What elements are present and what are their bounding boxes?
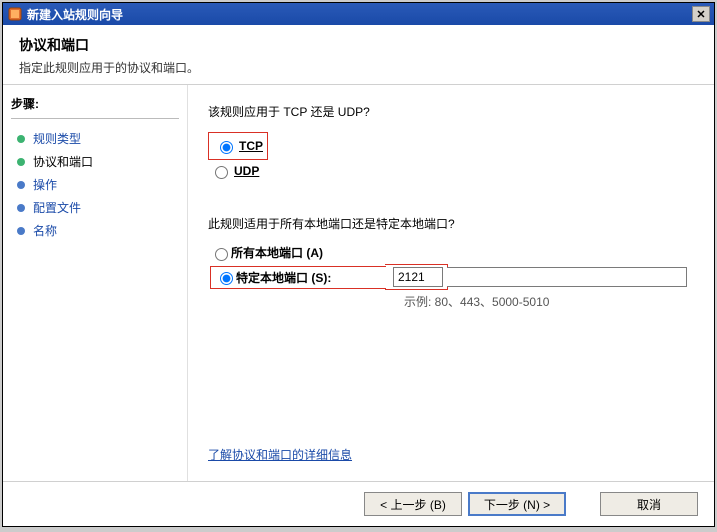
radio-allports-row: 所有本地端口 (A) (208, 244, 694, 261)
step-label: 协议和端口 (33, 153, 93, 170)
step-protocol-ports[interactable]: 协议和端口 (11, 150, 179, 173)
app-icon (7, 6, 23, 22)
steps-heading: 步骤: (11, 95, 179, 119)
titlebar: 新建入站规则向导 ✕ (3, 3, 714, 25)
learn-more-link[interactable]: 了解协议和端口的详细信息 (208, 446, 352, 463)
ports-question: 此规则适用于所有本地端口还是特定本地端口? (208, 215, 694, 232)
port-example-text: 示例: 80、443、5000-5010 (404, 293, 694, 310)
back-button[interactable]: < 上一步 (B) (364, 492, 462, 516)
radio-specific-ports[interactable] (220, 272, 233, 285)
page-title: 协议和端口 (19, 35, 698, 55)
ports-section: 此规则适用于所有本地端口还是特定本地端口? 所有本地端口 (A) 特定本地端口 … (208, 215, 694, 310)
bullet-icon (17, 135, 25, 143)
radio-udp-label: UDP (234, 164, 259, 178)
bullet-icon (17, 181, 25, 189)
cancel-button[interactable]: 取消 (600, 492, 698, 516)
step-profile[interactable]: 配置文件 (11, 196, 179, 219)
radio-udp-row: UDP (208, 163, 694, 179)
step-action[interactable]: 操作 (11, 173, 179, 196)
specific-port-highlight-left: 特定本地端口 (S): (210, 266, 386, 289)
radio-tcp-label: TCP (239, 139, 263, 153)
radio-specific-ports-label: 特定本地端口 (S): (236, 269, 386, 286)
next-button[interactable]: 下一步 (N) > (468, 492, 566, 516)
radio-udp[interactable] (215, 166, 228, 179)
bullet-icon (17, 158, 25, 166)
radio-tcp-row: TCP (213, 138, 263, 154)
body: 步骤: 规则类型 协议和端口 操作 配置文件 名称 该规 (3, 85, 714, 481)
page-subtitle: 指定此规则应用于的协议和端口。 (19, 59, 698, 76)
close-button[interactable]: ✕ (692, 6, 710, 22)
specific-port-highlight-right (385, 264, 448, 290)
footer-buttons: < 上一步 (B) 下一步 (N) > 取消 (3, 481, 714, 526)
radio-all-ports[interactable] (215, 248, 228, 261)
window-title: 新建入站规则向导 (27, 6, 123, 23)
protocol-question: 该规则应用于 TCP 还是 UDP? (208, 103, 694, 120)
wizard-window: 新建入站规则向导 ✕ 协议和端口 指定此规则应用于的协议和端口。 步骤: 规则类… (2, 2, 715, 527)
radio-all-ports-label: 所有本地端口 (A) (231, 244, 323, 261)
bullet-icon (17, 227, 25, 235)
step-rule-type[interactable]: 规则类型 (11, 127, 179, 150)
header-banner: 协议和端口 指定此规则应用于的协议和端口。 (3, 25, 714, 85)
step-label: 名称 (33, 222, 57, 239)
step-label: 规则类型 (33, 130, 81, 147)
port-input-extend[interactable] (447, 267, 687, 287)
content-pane: 该规则应用于 TCP 还是 UDP? TCP UDP 此规则适用于所有本地端口还… (188, 85, 714, 481)
radio-tcp[interactable] (220, 141, 233, 154)
tcp-highlight: TCP (208, 132, 268, 160)
port-input[interactable] (393, 267, 443, 287)
steps-sidebar: 步骤: 规则类型 协议和端口 操作 配置文件 名称 (3, 85, 188, 481)
step-label: 操作 (33, 176, 57, 193)
step-label: 配置文件 (33, 199, 81, 216)
radio-specific-row: 特定本地端口 (S): (208, 264, 694, 290)
bullet-icon (17, 204, 25, 212)
step-name[interactable]: 名称 (11, 219, 179, 242)
